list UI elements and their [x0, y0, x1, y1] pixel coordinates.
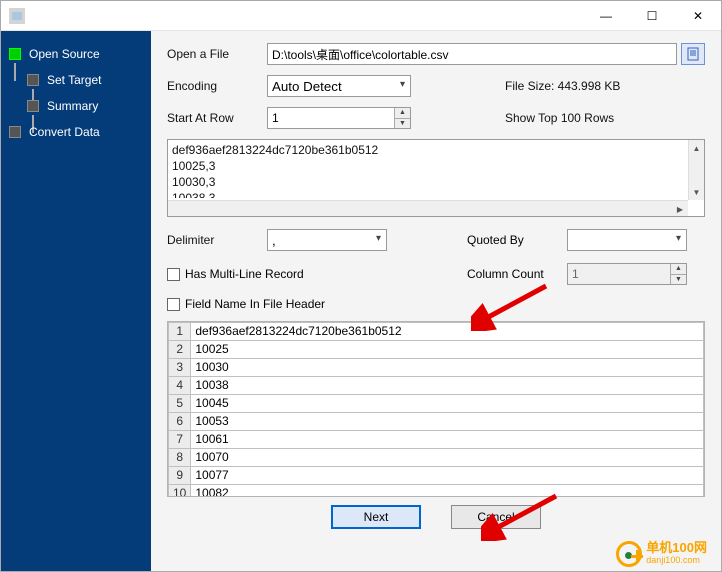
field-name-header-label: Field Name In File Header: [185, 297, 325, 311]
data-cell[interactable]: 10053: [191, 413, 704, 431]
row-number-cell: 2: [169, 341, 191, 359]
step-marker-icon: [27, 74, 39, 86]
data-cell[interactable]: 10045: [191, 395, 704, 413]
table-row[interactable]: 910077: [169, 467, 704, 485]
delimiter-select[interactable]: ,: [267, 229, 387, 251]
table-row[interactable]: 310030: [169, 359, 704, 377]
step-convert-data[interactable]: Convert Data: [1, 119, 151, 145]
table-row[interactable]: 710061: [169, 431, 704, 449]
data-cell[interactable]: 10082: [191, 485, 704, 498]
start-row-input[interactable]: [268, 111, 410, 125]
spin-down-button[interactable]: ▼: [395, 119, 410, 129]
encoding-select[interactable]: Auto Detect: [267, 75, 411, 97]
multiline-label: Has Multi-Line Record: [185, 267, 304, 281]
file-size-text: File Size: 443.998 KB: [505, 79, 705, 93]
preview-line: def936aef2813224dc7120be361b0512: [172, 142, 686, 158]
start-row-label: Start At Row: [167, 111, 267, 125]
data-table: 1def936aef2813224dc7120be361b05122100253…: [168, 322, 704, 497]
wizard-sidebar: Open Source Set Target Summary Convert D…: [1, 31, 151, 571]
row-number-cell: 1: [169, 323, 191, 341]
main-panel: Open a File Encoding Auto Detect File Si…: [151, 31, 721, 571]
row-number-cell: 3: [169, 359, 191, 377]
table-row[interactable]: 1010082: [169, 485, 704, 498]
watermark-url: danji100.com: [646, 554, 707, 566]
table-row[interactable]: 410038: [169, 377, 704, 395]
step-summary[interactable]: Summary: [19, 93, 151, 119]
table-row[interactable]: 810070: [169, 449, 704, 467]
step-label: Convert Data: [29, 125, 100, 139]
table-row[interactable]: 210025: [169, 341, 704, 359]
row-number-cell: 9: [169, 467, 191, 485]
open-file-label: Open a File: [167, 47, 267, 61]
table-row[interactable]: 610053: [169, 413, 704, 431]
watermark-logo-icon: [616, 541, 642, 567]
preview-scrollbar-h[interactable]: ▶: [168, 200, 688, 216]
preview-scrollbar-v[interactable]: ▲ ▼: [688, 140, 704, 200]
data-cell[interactable]: def936aef2813224dc7120be361b0512: [191, 323, 704, 341]
scroll-up-button[interactable]: ▲: [689, 140, 704, 156]
quoted-by-label: Quoted By: [467, 233, 567, 247]
column-count-label: Column Count: [467, 267, 567, 281]
quoted-by-select[interactable]: [567, 229, 687, 251]
raw-preview-box: def936aef2813224dc7120be361b051210025,31…: [167, 139, 705, 217]
preview-line: 10025,3: [172, 158, 686, 174]
watermark-title: 单机100网: [646, 542, 707, 554]
column-count-spinner: ▲ ▼: [567, 263, 687, 285]
step-marker-icon: [9, 126, 21, 138]
document-icon: [686, 47, 700, 61]
data-cell[interactable]: 10070: [191, 449, 704, 467]
row-number-cell: 4: [169, 377, 191, 395]
next-button[interactable]: Next: [331, 505, 421, 529]
cancel-button[interactable]: Cancel: [451, 505, 541, 529]
step-marker-icon: [9, 48, 21, 60]
minimize-button[interactable]: —: [583, 1, 629, 31]
app-window: — ☐ ✕ Open Source Set Target Summary: [0, 0, 722, 572]
step-label: Open Source: [29, 47, 100, 61]
row-number-cell: 7: [169, 431, 191, 449]
table-row[interactable]: 510045: [169, 395, 704, 413]
spin-up-button[interactable]: ▲: [395, 108, 410, 119]
data-cell[interactable]: 10038: [191, 377, 704, 395]
start-row-spinner[interactable]: ▲ ▼: [267, 107, 411, 129]
spin-up-button[interactable]: ▲: [671, 264, 686, 275]
maximize-button[interactable]: ☐: [629, 1, 675, 31]
field-name-header-checkbox[interactable]: [167, 298, 180, 311]
file-path-input[interactable]: [267, 43, 677, 65]
table-row[interactable]: 1def936aef2813224dc7120be361b0512: [169, 323, 704, 341]
step-marker-icon: [27, 100, 39, 112]
step-label: Set Target: [47, 73, 101, 87]
column-count-input: [568, 267, 686, 281]
preview-line: 10038,3: [172, 190, 686, 198]
step-open-source[interactable]: Open Source: [1, 41, 151, 67]
watermark: 单机100网 danji100.com: [616, 541, 707, 567]
row-number-cell: 6: [169, 413, 191, 431]
data-cell[interactable]: 10025: [191, 341, 704, 359]
show-top-text: Show Top 100 Rows: [505, 111, 705, 125]
close-button[interactable]: ✕: [675, 1, 721, 31]
step-label: Summary: [47, 99, 98, 113]
browse-file-button[interactable]: [681, 43, 705, 65]
data-cell[interactable]: 10061: [191, 431, 704, 449]
row-number-cell: 5: [169, 395, 191, 413]
data-table-wrap: 1def936aef2813224dc7120be361b05122100253…: [167, 321, 705, 497]
multiline-checkbox[interactable]: [167, 268, 180, 281]
preview-line: 10030,3: [172, 174, 686, 190]
spin-down-button[interactable]: ▼: [671, 275, 686, 285]
step-set-target[interactable]: Set Target: [19, 67, 151, 93]
titlebar: — ☐ ✕: [1, 1, 721, 31]
encoding-label: Encoding: [167, 79, 267, 93]
delimiter-label: Delimiter: [167, 233, 267, 247]
data-cell[interactable]: 10030: [191, 359, 704, 377]
scroll-down-button[interactable]: ▼: [689, 184, 704, 200]
row-number-cell: 10: [169, 485, 191, 498]
app-icon: [9, 8, 25, 24]
data-cell[interactable]: 10077: [191, 467, 704, 485]
row-number-cell: 8: [169, 449, 191, 467]
scroll-right-button[interactable]: ▶: [672, 201, 688, 217]
